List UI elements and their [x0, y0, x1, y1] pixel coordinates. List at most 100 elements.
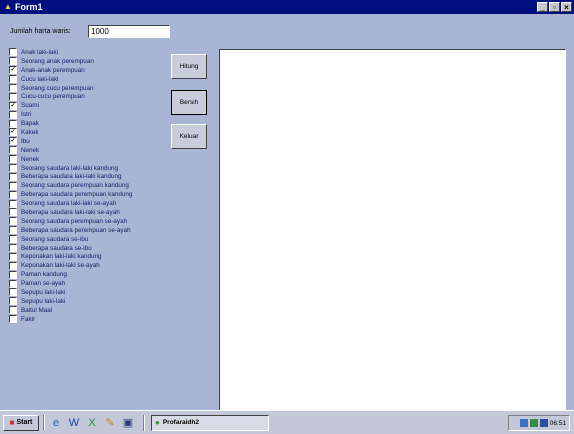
checkbox[interactable] — [9, 235, 17, 244]
network-icon[interactable] — [529, 419, 538, 427]
taskbar-separator — [43, 414, 45, 431]
checkbox[interactable] — [9, 288, 17, 297]
window-controls: _ ▫ × — [537, 2, 572, 12]
checkbox[interactable] — [9, 306, 17, 315]
paint-icon[interactable]: ✎ — [103, 416, 117, 430]
bersih-button[interactable]: Bersih — [171, 90, 207, 115]
heir-checkbox-row[interactable]: Cucu laki-laki — [9, 75, 132, 84]
checkbox[interactable] — [9, 199, 17, 208]
heir-checkbox-row[interactable]: Beberapa saudara perempuan se-ayah — [9, 226, 132, 235]
heir-checkbox-row[interactable]: Beberapa saudara se-ibu — [9, 244, 132, 253]
heir-checkbox-row[interactable]: Beberapa saudara laki-laki se-ayah — [9, 208, 132, 217]
minimize-button[interactable]: _ — [537, 2, 548, 12]
heir-label: Paman kandung — [21, 271, 67, 279]
excel-icon[interactable]: X — [85, 416, 99, 430]
checkbox[interactable] — [9, 146, 17, 155]
form-icon: ▲ — [4, 2, 12, 11]
heir-label: Istri — [21, 111, 32, 119]
heir-checkbox-row[interactable]: Beberapa saudara laki-laki kandung — [9, 172, 132, 181]
result-textbox[interactable] — [219, 49, 566, 417]
checkbox[interactable] — [9, 172, 17, 181]
task-label: Profaraidh2 — [162, 419, 199, 426]
heir-checkbox-row[interactable]: Baitul Maal — [9, 306, 132, 315]
estate-amount-input[interactable] — [88, 25, 170, 38]
heir-checkbox-row[interactable]: Cucu-cucu perempuan — [9, 92, 132, 101]
volume-icon[interactable] — [519, 419, 528, 427]
checkbox[interactable] — [9, 75, 17, 84]
heir-checkbox-row[interactable]: Paman kandung — [9, 270, 132, 279]
checkbox[interactable]: ✓ — [9, 128, 17, 137]
taskbar-separator — [143, 414, 145, 431]
heir-checkbox-row[interactable]: Sepupu laki-laki — [9, 288, 132, 297]
checkbox[interactable] — [9, 315, 17, 324]
checkbox[interactable] — [9, 252, 17, 261]
checkbox[interactable] — [9, 208, 17, 217]
heir-label: Seorang saudara laki-laki se-ayah — [21, 200, 117, 208]
taskbar: ■ Start e W X ✎ ▣ ● Profaraidh2 06:51 — [0, 410, 574, 434]
heir-checkbox-row[interactable]: Istri — [9, 110, 132, 119]
ie-icon[interactable]: e — [49, 416, 63, 430]
checkbox[interactable] — [9, 279, 17, 288]
heir-checkbox-row[interactable]: ✓ Kakek — [9, 128, 132, 137]
desktop-icon[interactable]: ▣ — [121, 416, 135, 430]
checkbox[interactable] — [9, 181, 17, 190]
window-title: Form1 — [15, 2, 43, 12]
checkbox[interactable] — [9, 164, 17, 173]
heir-checkbox-row[interactable]: Sepupu laki-laki — [9, 297, 132, 306]
heir-checkbox-row[interactable]: Anak laki-laki — [9, 48, 132, 57]
checkbox[interactable] — [9, 155, 17, 164]
maximize-button[interactable]: ▫ — [549, 2, 560, 12]
checkbox[interactable] — [9, 217, 17, 226]
heir-label: Keponakan laki-laki se-ayah — [21, 262, 100, 270]
checkbox[interactable] — [9, 270, 17, 279]
heir-checkbox-row[interactable]: ✓ Anak-anak perempuan — [9, 66, 132, 75]
checkbox[interactable] — [9, 297, 17, 306]
heir-checkbox-row[interactable]: Paman se-ayah — [9, 279, 132, 288]
hitung-button[interactable]: Hitung — [171, 54, 207, 79]
close-button[interactable]: × — [561, 2, 572, 12]
heir-label: Suami — [21, 102, 39, 110]
checkbox[interactable] — [9, 110, 17, 119]
checkbox[interactable] — [9, 261, 17, 270]
heir-checkbox-row[interactable]: Seorang saudara laki-laki kandung — [9, 164, 132, 173]
checkbox[interactable] — [9, 190, 17, 199]
app-icon: ● — [155, 418, 160, 427]
checkbox[interactable] — [9, 48, 17, 57]
heir-checkbox-row[interactable]: Seorang saudara perempuan kandung — [9, 181, 132, 190]
heir-label: Beberapa saudara laki-laki se-ayah — [21, 208, 120, 216]
heir-checkbox-row[interactable]: Beberapa saudara perempuan kandung — [9, 190, 132, 199]
checkbox[interactable] — [9, 244, 17, 253]
checkbox[interactable] — [9, 57, 17, 66]
language-icon[interactable] — [539, 419, 548, 427]
heir-checkbox-row[interactable]: Seorang cucu perempuan — [9, 84, 132, 93]
heir-checkbox-row[interactable]: Seorang saudara se-ibu — [9, 235, 132, 244]
heir-checklist: Anak laki-laki Seorang anak perempuan ✓ Ana… — [9, 48, 132, 324]
heir-checkbox-row[interactable]: Keponakan laki-laki kandung — [9, 252, 132, 261]
heir-checkbox-row[interactable]: Keponakan laki-laki se-ayah — [9, 261, 132, 270]
heir-checkbox-row[interactable]: Nenek — [9, 155, 132, 164]
checkbox[interactable]: ✓ — [9, 137, 17, 146]
heir-checkbox-row[interactable]: Seorang saudara perempuan se-ayah — [9, 217, 132, 226]
title-bar: ▲ Form1 _ ▫ × — [0, 0, 574, 14]
heir-checkbox-row[interactable]: Seorang anak perempuan — [9, 57, 132, 66]
taskbar-window-button[interactable]: ● Profaraidh2 — [151, 414, 269, 431]
checkbox[interactable]: ✓ — [9, 101, 17, 110]
start-button[interactable]: ■ Start — [3, 414, 39, 431]
heir-checkbox-row[interactable]: Bapak — [9, 119, 132, 128]
heir-checkbox-row[interactable]: Fakir — [9, 315, 132, 324]
checkbox[interactable] — [9, 84, 17, 92]
checkbox[interactable]: ✓ — [9, 66, 17, 75]
heir-checkbox-row[interactable]: ✓ Ibu — [9, 137, 132, 146]
heir-label: Beberapa saudara perempuan kandung — [21, 191, 133, 199]
heir-checkbox-row[interactable]: Seorang saudara laki-laki se-ayah — [9, 199, 132, 208]
keluar-button[interactable]: Keluar — [171, 124, 207, 149]
heir-label: Nenek — [21, 146, 40, 154]
heir-checkbox-row[interactable]: ✓ Suami — [9, 101, 132, 110]
checkbox[interactable] — [9, 119, 17, 128]
heir-checkbox-row[interactable]: Nenek — [9, 146, 132, 155]
system-tray: 06:51 — [508, 415, 570, 431]
heir-label: Sepupu laki-laki — [21, 288, 66, 296]
checkbox[interactable] — [9, 226, 17, 235]
word-icon[interactable]: W — [67, 416, 81, 430]
checkbox[interactable] — [9, 92, 17, 101]
